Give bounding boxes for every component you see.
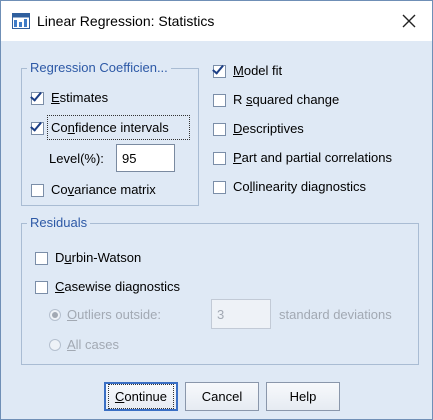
collinearity-diagnostics-checkbox[interactable]: [213, 181, 226, 194]
part-partial-correlations-label[interactable]: Part and partial correlations: [233, 150, 392, 165]
casewise-diagnostics-checkbox[interactable]: [35, 281, 48, 294]
all-cases-label[interactable]: All cases: [67, 337, 119, 352]
descriptives-label[interactable]: Descriptives: [233, 121, 304, 136]
covariance-matrix-label[interactable]: Covariance matrix: [51, 182, 156, 197]
outliers-outside-label[interactable]: Outliers outside:: [67, 307, 161, 322]
casewise-diagnostics-label[interactable]: Casewise diagnostics: [55, 279, 180, 294]
dialog-window: Linear Regression: Statistics Regression…: [0, 0, 433, 420]
r-squared-change-checkbox[interactable]: [213, 94, 226, 107]
estimates-label[interactable]: Estimates: [51, 90, 108, 105]
close-icon[interactable]: [396, 8, 422, 34]
title-bar: Linear Regression: Statistics: [1, 1, 432, 41]
descriptives-checkbox[interactable]: [213, 123, 226, 136]
durbin-watson-checkbox[interactable]: [35, 252, 48, 265]
durbin-watson-label[interactable]: Durbin-Watson: [55, 250, 141, 265]
outliers-value-input[interactable]: 3: [211, 299, 271, 329]
outliers-outside-radio[interactable]: [49, 309, 61, 321]
residuals-legend: Residuals: [27, 215, 91, 230]
model-fit-label[interactable]: Model fit: [233, 63, 282, 78]
regression-coefficients-legend: Regression Coefficien...: [27, 60, 171, 75]
level-input[interactable]: 95: [116, 144, 175, 172]
standard-deviations-label: standard deviations: [279, 307, 392, 322]
continue-button-label: Continue: [107, 384, 175, 409]
confidence-intervals-label[interactable]: Confidence intervals: [51, 120, 169, 135]
window-title: Linear Regression: Statistics: [37, 13, 215, 29]
cancel-button[interactable]: Cancel: [185, 382, 259, 411]
r-squared-change-label[interactable]: R squared change: [233, 92, 339, 107]
model-fit-checkbox[interactable]: [213, 65, 226, 78]
covariance-matrix-checkbox[interactable]: [31, 184, 44, 197]
all-cases-radio[interactable]: [49, 339, 61, 351]
app-icon: [12, 13, 30, 29]
collinearity-diagnostics-label[interactable]: Collinearity diagnostics: [233, 179, 366, 194]
estimates-checkbox[interactable]: [31, 92, 44, 105]
level-label: Level(%):: [49, 151, 104, 166]
help-button[interactable]: Help: [266, 382, 340, 411]
continue-button[interactable]: Continue: [104, 382, 178, 411]
confidence-intervals-checkbox[interactable]: [31, 122, 44, 135]
part-partial-correlations-checkbox[interactable]: [213, 152, 226, 165]
